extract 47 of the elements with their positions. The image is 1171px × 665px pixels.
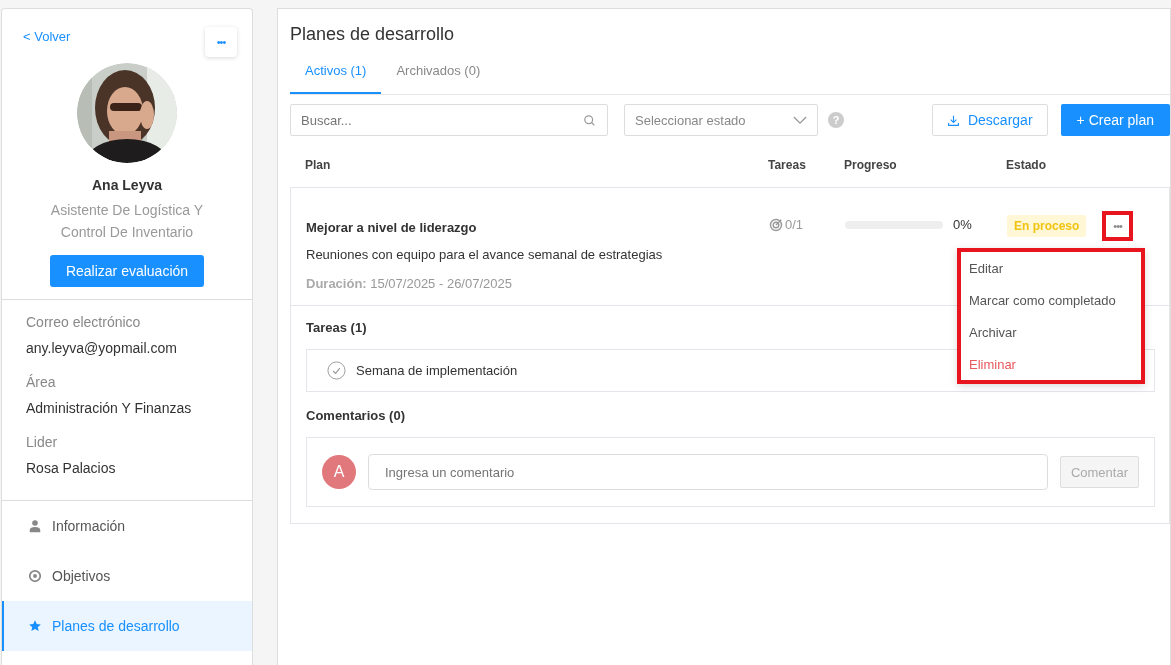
nav-item[interactable]: Información bbox=[2, 501, 252, 551]
menu-item[interactable]: Archivar bbox=[961, 316, 1141, 348]
evaluate-button[interactable]: Realizar evaluación bbox=[49, 255, 205, 287]
task-name: Semana de implementación bbox=[356, 363, 518, 378]
field-value: Rosa Palacios bbox=[26, 460, 117, 476]
field-value: any.leyva@yopmail.com bbox=[26, 340, 178, 356]
field-label: Lider bbox=[26, 434, 59, 450]
tab[interactable]: Archivados (0) bbox=[381, 63, 496, 94]
menu-item[interactable]: Editar bbox=[961, 252, 1141, 284]
section-title: Tareas (1) bbox=[306, 320, 367, 335]
field-value: Administración Y Finanzas bbox=[26, 400, 193, 416]
download-icon bbox=[946, 113, 960, 127]
profile-name: Ana Leyva bbox=[91, 177, 162, 193]
tab[interactable]: Activos (1) bbox=[290, 63, 382, 94]
nav-item[interactable]: Objetivos bbox=[2, 551, 252, 601]
nav-item[interactable]: Planes de desarrollo bbox=[2, 601, 252, 651]
download-button[interactable]: Descargar bbox=[931, 104, 1048, 136]
column-header: Estado bbox=[1006, 158, 1047, 172]
status-badge: En proceso bbox=[1007, 215, 1087, 237]
plan-title: Mejorar a nivel de liderazgo bbox=[306, 220, 478, 235]
menu-item[interactable]: Eliminar bbox=[961, 348, 1141, 380]
field-label: Área bbox=[26, 374, 57, 390]
plan-description: Reuniones con equipo para el avance semanal de estrategias bbox=[306, 247, 664, 262]
chevron-down-icon bbox=[793, 115, 807, 125]
status-select[interactable]: Seleccionar estado bbox=[624, 104, 818, 136]
create-plan-button[interactable]: + Crear plan bbox=[1060, 104, 1170, 136]
section-title: Comentarios (0) bbox=[306, 408, 405, 423]
more-button[interactable]: ••• bbox=[205, 27, 237, 57]
check-circle-icon[interactable] bbox=[327, 361, 346, 380]
column-header: Progreso bbox=[844, 158, 898, 172]
user-avatar: A bbox=[322, 455, 356, 489]
person-icon bbox=[28, 519, 42, 533]
field-label: Correo electrónico bbox=[26, 314, 142, 330]
column-header: Tareas bbox=[768, 158, 807, 172]
progress-percent: 0% bbox=[953, 217, 972, 232]
task-count: 0/1 bbox=[785, 217, 804, 232]
menu-item[interactable]: Marcar como completado bbox=[961, 284, 1141, 316]
profile-role: Asistente De Logística Y Control De Inventario bbox=[49, 201, 205, 242]
column-header: Plan bbox=[304, 158, 332, 172]
target-icon bbox=[28, 569, 42, 583]
page-title: Planes de desarrollo bbox=[290, 24, 456, 45]
target-icon bbox=[769, 217, 783, 232]
search-field[interactable]: Buscar... bbox=[290, 104, 608, 136]
star-icon bbox=[28, 619, 42, 633]
search-icon bbox=[583, 114, 596, 127]
back-link[interactable]: < Volver bbox=[23, 29, 71, 44]
plan-duration: Duración: 15/07/2025 - 26/07/2025 bbox=[306, 276, 513, 291]
